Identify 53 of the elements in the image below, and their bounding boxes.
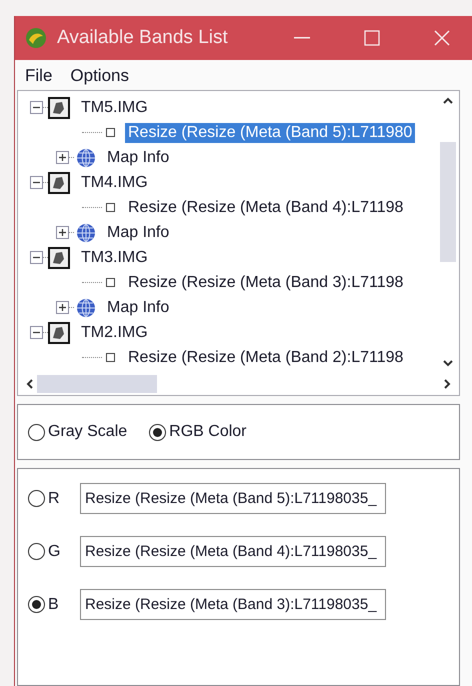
scroll-down-icon[interactable] <box>443 360 453 367</box>
globe-icon <box>76 148 96 168</box>
expander-icon[interactable] <box>30 251 43 264</box>
tree-item[interactable]: Resize (Resize (Meta (Band 4):L71198 <box>125 198 406 218</box>
channel-radio[interactable]: G <box>28 542 68 560</box>
band-field[interactable]: Resize (Resize (Meta (Band 3):L71198035_ <box>80 589 386 620</box>
expander-icon[interactable] <box>30 176 43 189</box>
band-field[interactable]: Resize (Resize (Meta (Band 5):L71198035_ <box>80 483 386 514</box>
radio-icon[interactable] <box>28 424 45 440</box>
menu-item[interactable]: File <box>23 66 54 86</box>
scroll-up-icon[interactable] <box>443 97 453 104</box>
image-file-icon <box>48 322 70 344</box>
globe-icon <box>76 298 96 318</box>
image-file-icon <box>48 246 70 268</box>
expander-icon[interactable] <box>30 101 43 114</box>
menu-item[interactable]: Options <box>68 66 131 86</box>
radio-icon[interactable] <box>28 596 45 613</box>
scroll-left-icon[interactable] <box>26 379 33 389</box>
radio-icon[interactable] <box>28 543 45 560</box>
tree-item[interactable]: Resize (Resize (Meta (Band 5):L711980 <box>125 122 416 142</box>
image-file-icon <box>48 172 70 194</box>
image-file-icon <box>48 96 70 118</box>
channel-radio[interactable]: B <box>28 596 68 614</box>
channel-radio[interactable]: R <box>28 490 68 508</box>
expander-icon[interactable] <box>30 326 43 339</box>
tree-item[interactable]: Resize (Resize (Meta (Band 3):L71198 <box>125 272 406 292</box>
band-icon <box>106 128 115 137</box>
band-icon <box>106 353 115 362</box>
radio-icon[interactable] <box>149 424 166 440</box>
close-icon <box>434 30 450 46</box>
maximize-icon <box>364 30 380 46</box>
tree-item[interactable]: TM4.IMG <box>78 172 151 192</box>
tree-item[interactable]: TM3.IMG <box>78 248 151 268</box>
tree-item[interactable]: TM2.IMG <box>78 322 151 342</box>
band-field[interactable]: Resize (Resize (Meta (Band 4):L71198035_ <box>80 536 386 567</box>
band-icon <box>106 203 115 212</box>
tree-item[interactable]: Map Info <box>104 222 172 242</box>
tree-item[interactable]: Map Info <box>104 148 172 168</box>
minimize-icon <box>294 37 310 39</box>
tree-item[interactable]: TM5.IMG <box>78 98 151 118</box>
tree-item[interactable]: Map Info <box>104 298 172 318</box>
expander-icon[interactable] <box>56 301 69 314</box>
radio-icon[interactable] <box>28 490 45 507</box>
tree-item[interactable]: Resize (Resize (Meta (Band 2):L71198 <box>125 348 406 368</box>
app-logo-icon <box>25 27 47 49</box>
mode-radio[interactable]: Gray Scale <box>28 423 128 441</box>
expander-icon[interactable] <box>56 226 69 239</box>
window-title: Available Bands List <box>57 27 229 49</box>
expander-icon[interactable] <box>56 151 69 164</box>
mode-radio[interactable]: RGB Color <box>149 423 246 441</box>
globe-icon <box>76 222 96 242</box>
band-icon <box>106 278 115 287</box>
scroll-right-icon[interactable] <box>444 379 451 389</box>
